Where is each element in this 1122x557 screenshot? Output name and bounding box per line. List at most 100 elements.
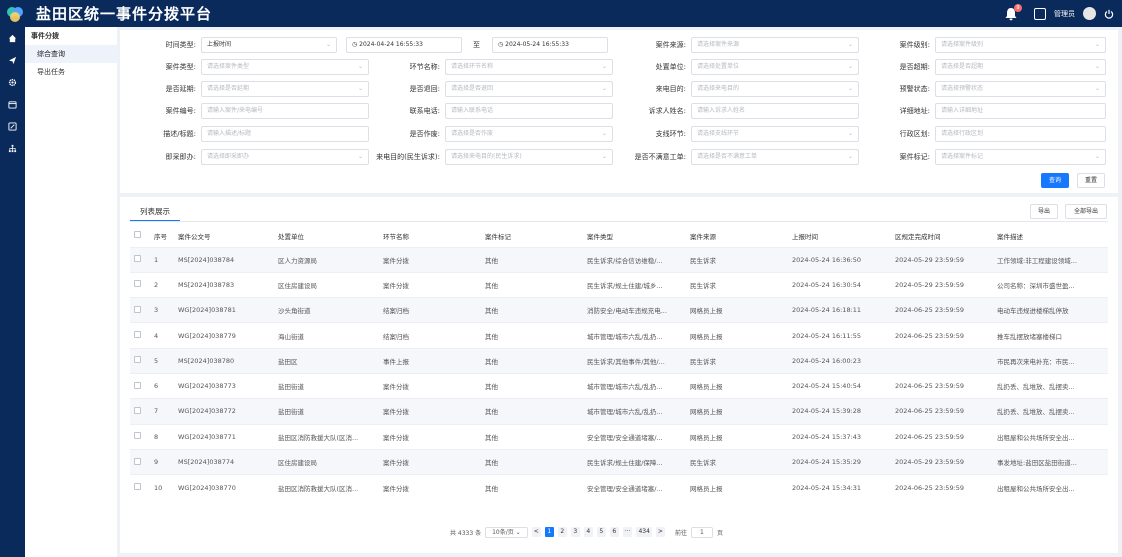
cell-description: 电动车违规进楼梯乱停放 <box>993 297 1108 323</box>
goto-page-input[interactable]: 1 <box>690 526 713 538</box>
case-table: 序号 案件公文号 处置单位 环节名称 案件标记 案件类型 案件来源 上报时间 区… <box>130 225 1108 500</box>
source-select[interactable]: 请选择案件来源 ⌄ <box>691 37 859 53</box>
table-row[interactable]: 3 WG[2024]038781 沙头角街道 结案归档 其他 消防安全/电动车违规充电..… <box>130 297 1108 323</box>
reset-button[interactable]: 重置 <box>1077 173 1105 188</box>
overdue-select[interactable]: 请选择是否超期 ⌄ <box>935 59 1106 75</box>
header-checkbox-cell[interactable] <box>130 225 150 247</box>
cell-source: 网格员上报 <box>686 297 788 323</box>
export-all-button[interactable]: 全部导出 <box>1065 204 1107 219</box>
unit-select[interactable]: 请选择处置单位 ⌄ <box>691 59 859 75</box>
row-checkbox-cell[interactable] <box>130 322 150 349</box>
org-chart-icon[interactable] <box>0 137 25 159</box>
workspace-icon[interactable] <box>1034 7 1046 20</box>
page-button[interactable]: 4 <box>583 527 593 537</box>
row-checkbox[interactable] <box>134 406 141 414</box>
returned-select[interactable]: 请选择是否退回 ⌄ <box>445 81 613 97</box>
next-page-button[interactable]: > <box>655 527 665 537</box>
level-select[interactable]: 请选择案件级别 ⌄ <box>935 37 1106 53</box>
row-checkbox[interactable] <box>134 331 141 339</box>
send-icon[interactable] <box>0 49 25 71</box>
invalid-select[interactable]: 请选择是否作废 ⌄ <box>445 126 613 142</box>
unsatisfied-select[interactable]: 请选择是否不满意工单 ⌄ <box>691 149 859 165</box>
row-checkbox-cell[interactable] <box>130 347 150 374</box>
user-name[interactable]: 管理员 <box>1054 9 1075 19</box>
tab-list-view[interactable]: 列表展示 <box>130 203 180 221</box>
node-select[interactable]: 请选择环节名称 ⌄ <box>445 59 613 75</box>
person-input[interactable]: 请输入诉求人姓名 <box>691 103 859 119</box>
row-checkbox[interactable] <box>134 255 141 263</box>
table-row[interactable]: 9 MS[2024]038774 区住房建设局 案件分拨 其他 民生诉求/规土住建/保障.… <box>130 448 1108 475</box>
alarm-select[interactable]: 请选择预警状态 ⌄ <box>935 81 1106 97</box>
row-checkbox-cell[interactable] <box>130 246 150 273</box>
table-row[interactable]: 10 WG[2024]038770 盐田区消防救援大队(区消... 案件分拨 其他 安全管… <box>130 474 1108 500</box>
page-button[interactable]: 5 <box>596 527 606 537</box>
desc-input[interactable]: 请输入描述/标题 <box>201 126 369 142</box>
row-checkbox-cell[interactable] <box>130 423 150 450</box>
row-checkbox[interactable] <box>134 381 141 389</box>
row-checkbox-cell[interactable] <box>130 271 150 298</box>
row-checkbox[interactable] <box>134 483 141 491</box>
start-date-input[interactable]: ◷ 2024-04-24 16:55:33 <box>346 37 462 53</box>
row-checkbox-cell[interactable] <box>130 398 150 425</box>
page-ellipsis-button[interactable]: ··· <box>622 527 633 537</box>
prev-page-button[interactable]: < <box>531 527 541 537</box>
select-all-checkbox[interactable] <box>134 231 141 239</box>
table-row[interactable]: 8 WG[2024]038771 盐田区消防救援大队(区消... 案件分拨 其他 安全管理… <box>130 423 1108 450</box>
row-checkbox[interactable] <box>134 280 141 288</box>
phone-label: 联系电话: <box>409 107 440 115</box>
sidebar-item-export-tasks[interactable]: 导出任务 <box>25 63 117 81</box>
table-row[interactable]: 7 WG[2024]038772 盐田街道 案件分拨 其他 城市管理/城市六乱/乱扔...… <box>130 398 1108 425</box>
page-button[interactable]: 1 <box>544 527 554 537</box>
row-checkbox-cell[interactable] <box>130 448 150 475</box>
page-button[interactable]: 3 <box>570 527 580 537</box>
mark-select[interactable]: 请选择案件标记 ⌄ <box>935 149 1106 165</box>
power-icon[interactable] <box>1104 9 1114 19</box>
delay-select[interactable]: 请选择是否延期 ⌄ <box>201 81 369 97</box>
case-type-select[interactable]: 请选择案件类型 ⌄ <box>201 59 369 75</box>
cell-source: 网格员上报 <box>686 398 788 425</box>
district-select[interactable]: 请选择行政区划 <box>935 126 1106 142</box>
export-button[interactable]: 导出 <box>1030 204 1058 219</box>
table-row[interactable]: 5 MS[2024]038780 盐田区 事件上报 其他 民生诉求/其他事件/其他/...… <box>130 347 1108 374</box>
sidebar: 事件分拨 综合查询 导出任务 <box>25 27 117 557</box>
edit-icon[interactable] <box>0 115 25 137</box>
page-button[interactable]: 2 <box>557 527 567 537</box>
end-date-input[interactable]: ◷ 2024-05-24 16:55:33 <box>492 37 608 53</box>
phone-input[interactable]: 请输入联系电话 <box>445 103 613 119</box>
cell-index: 5 <box>150 347 174 374</box>
last-page-button[interactable]: 434 <box>636 527 652 537</box>
sidebar-item-comprehensive-query[interactable]: 综合查询 <box>25 45 117 63</box>
gear-icon[interactable] <box>0 71 25 93</box>
table-row[interactable]: 6 WG[2024]038773 盐田街道 案件分拨 其他 城市管理/城市六乱/乱扔...… <box>130 372 1108 399</box>
row-checkbox[interactable] <box>134 432 141 440</box>
address-input[interactable]: 请输入详细地址 <box>935 103 1106 119</box>
cell-description: 出租屋和公共场所安全出... <box>993 423 1108 450</box>
case-no-input[interactable]: 请输入案件/来电编号 <box>201 103 369 119</box>
cell-index: 1 <box>150 246 174 273</box>
cell-deadline: 2024-06-25 23:59:59 <box>891 423 993 450</box>
row-checkbox[interactable] <box>134 457 141 465</box>
page-size-select[interactable]: 10条/页 ⌄ <box>485 526 528 538</box>
table-row[interactable]: 1 MS[2024]038784 区人力资源局 案件分拨 其他 民生诉求/综合信访维稳/.… <box>130 246 1108 273</box>
row-checkbox-cell[interactable] <box>130 372 150 399</box>
sidebar-group-title[interactable]: 事件分拨 <box>25 27 117 45</box>
row-checkbox[interactable] <box>134 356 141 364</box>
cell-index: 8 <box>150 423 174 450</box>
table-row[interactable]: 2 MS[2024]038783 区住房建设局 案件分拨 其他 民生诉求/规土住建/城乡.… <box>130 271 1108 298</box>
chevron-down-icon: ⌄ <box>325 41 331 48</box>
notification-bell-icon[interactable]: 9 <box>1004 3 1022 21</box>
home-icon[interactable] <box>0 27 25 49</box>
row-checkbox-cell[interactable] <box>130 297 150 323</box>
time-type-select[interactable]: 上报时间 ⌄ <box>201 37 337 53</box>
row-checkbox[interactable] <box>134 305 141 313</box>
query-button[interactable]: 查询 <box>1041 173 1069 188</box>
support-select[interactable]: 请选择支线环节 ⌄ <box>691 126 859 142</box>
instant-select[interactable]: 请选择即采即办 ⌄ <box>201 149 369 165</box>
row-checkbox-cell[interactable] <box>130 474 150 500</box>
page-button[interactable]: 6 <box>609 527 619 537</box>
avatar[interactable] <box>1083 7 1096 20</box>
table-row[interactable]: 4 WG[2024]038779 海山街道 结案归档 其他 城市管理/城市六乱/乱扔...… <box>130 322 1108 349</box>
calendar-icon[interactable] <box>0 93 25 115</box>
purpose-select[interactable]: 请选择来电目的(民生诉求) ⌄ <box>445 149 613 165</box>
origin-select[interactable]: 请选择来电目的 ⌄ <box>691 81 859 97</box>
